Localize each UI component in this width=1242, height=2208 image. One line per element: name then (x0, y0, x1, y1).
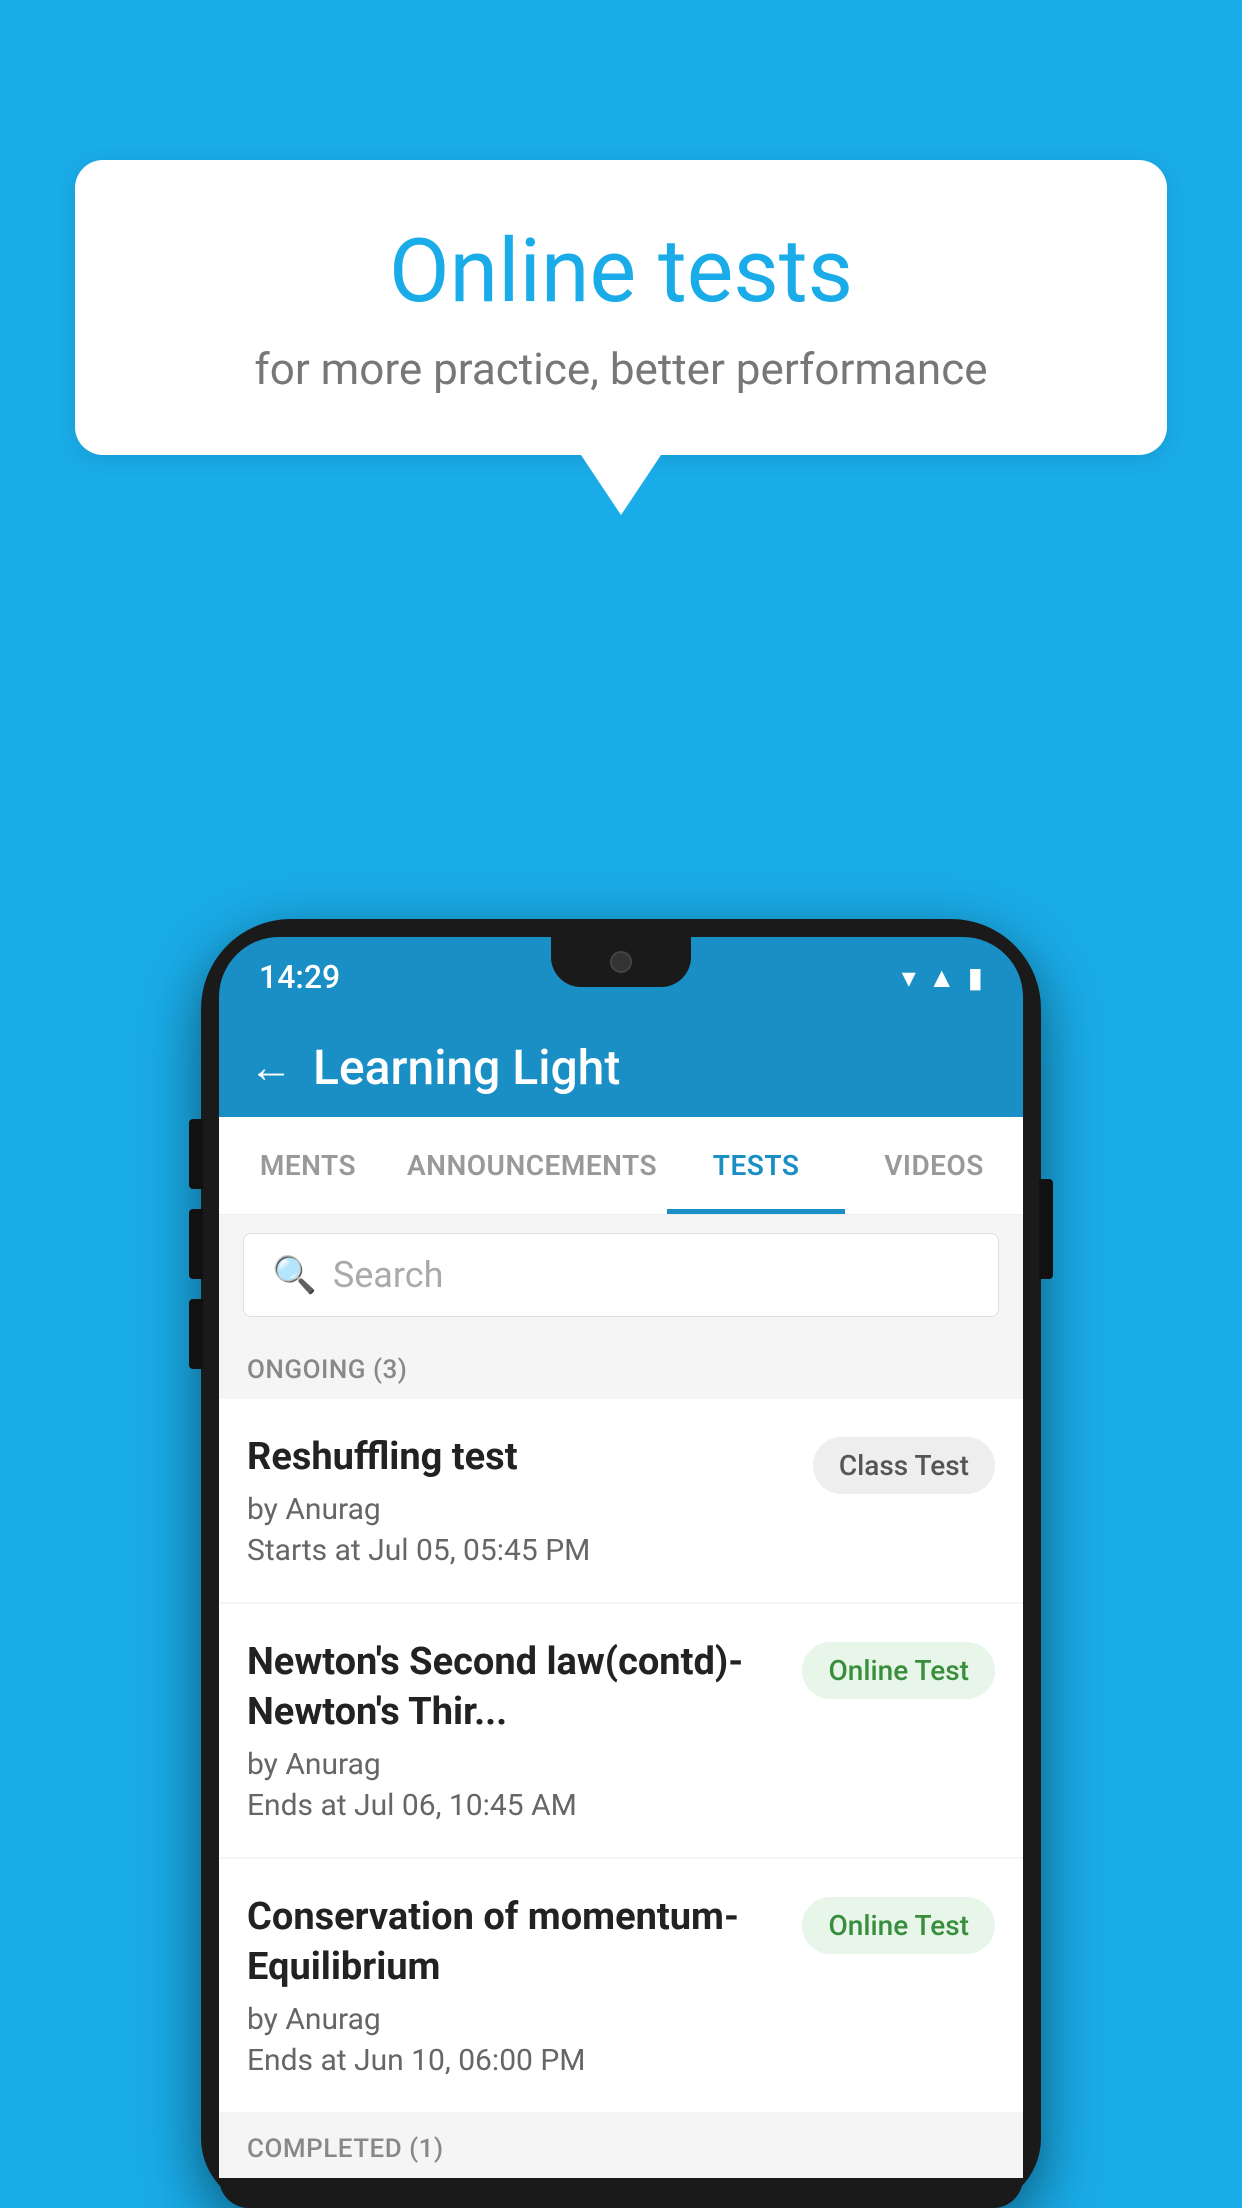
test-card-reshuffling-info: Reshuffling test by Anurag Starts at Jul… (247, 1433, 813, 1568)
test-card-newtons-date: Ends at Jul 06, 10:45 AM (247, 1788, 782, 1823)
test-card-newtons-info: Newton's Second law(contd)-Newton's Thir… (247, 1638, 802, 1823)
test-card-reshuffling-author: by Anurag (247, 1492, 793, 1527)
silent-button (189, 1299, 203, 1369)
test-card-reshuffling[interactable]: Reshuffling test by Anurag Starts at Jul… (219, 1399, 1023, 1602)
tabs-bar: MENTS ANNOUNCEMENTS TESTS VIDEOS (219, 1117, 1023, 1215)
content-area: ONGOING (3) Reshuffling test by Anurag S… (219, 1335, 1023, 2178)
test-card-newtons-author: by Anurag (247, 1747, 782, 1782)
speech-bubble-arrow (581, 455, 661, 515)
battery-icon: ▮ (968, 961, 983, 994)
test-card-conservation-title: Conservation of momentum-Equilibrium (247, 1893, 782, 1992)
test-card-reshuffling-title: Reshuffling test (247, 1433, 793, 1482)
promo-section: Online tests for more practice, better p… (75, 160, 1167, 515)
signal-icon: ▲ (928, 961, 956, 994)
test-card-newtons[interactable]: Newton's Second law(contd)-Newton's Thir… (219, 1604, 1023, 1857)
app-screen: ← Learning Light MENTS ANNOUNCEMENTS TES… (219, 1017, 1023, 2178)
back-button[interactable]: ← (249, 1045, 293, 1089)
phone-device: 14:29 ▾ ▲ ▮ ← Learning Light MENTS (201, 919, 1041, 2208)
test-card-conservation-info: Conservation of momentum-Equilibrium by … (247, 1893, 802, 2078)
test-card-newtons-title: Newton's Second law(contd)-Newton's Thir… (247, 1638, 782, 1737)
app-title: Learning Light (313, 1039, 620, 1096)
volume-up-button (189, 1119, 203, 1189)
test-card-conservation-author: by Anurag (247, 2002, 782, 2037)
power-button (1039, 1179, 1053, 1279)
tab-announcements[interactable]: ANNOUNCEMENTS (397, 1117, 667, 1214)
promo-title: Online tests (155, 220, 1087, 323)
test-card-reshuffling-badge: Class Test (813, 1437, 995, 1494)
wifi-icon: ▾ (902, 961, 916, 994)
app-header: ← Learning Light (219, 1017, 1023, 1117)
completed-section-header: COMPLETED (1) (219, 2114, 1023, 2178)
search-placeholder: Search (333, 1254, 444, 1296)
test-card-conservation[interactable]: Conservation of momentum-Equilibrium by … (219, 1859, 1023, 2112)
promo-subtitle: for more practice, better performance (155, 343, 1087, 395)
status-time: 14:29 (259, 958, 340, 996)
phone-frame: 14:29 ▾ ▲ ▮ ← Learning Light MENTS (201, 919, 1041, 2208)
status-bar: 14:29 ▾ ▲ ▮ (219, 937, 1023, 1017)
volume-down-button (189, 1209, 203, 1279)
test-card-conservation-date: Ends at Jun 10, 06:00 PM (247, 2043, 782, 2078)
tab-ments[interactable]: MENTS (219, 1117, 397, 1214)
phone-notch (551, 937, 691, 987)
search-container: 🔍 Search (219, 1215, 1023, 1335)
tab-tests[interactable]: TESTS (667, 1117, 845, 1214)
status-icons: ▾ ▲ ▮ (902, 961, 983, 994)
tab-videos[interactable]: VIDEOS (845, 1117, 1023, 1214)
speech-bubble: Online tests for more practice, better p… (75, 160, 1167, 455)
test-card-conservation-badge: Online Test (802, 1897, 995, 1954)
search-bar[interactable]: 🔍 Search (243, 1233, 999, 1317)
phone-bottom-edge (219, 2178, 1023, 2208)
test-card-newtons-badge: Online Test (802, 1642, 995, 1699)
test-card-reshuffling-date: Starts at Jul 05, 05:45 PM (247, 1533, 793, 1568)
search-icon: 🔍 (272, 1254, 317, 1296)
ongoing-section-header: ONGOING (3) (219, 1335, 1023, 1399)
front-camera (610, 951, 632, 973)
